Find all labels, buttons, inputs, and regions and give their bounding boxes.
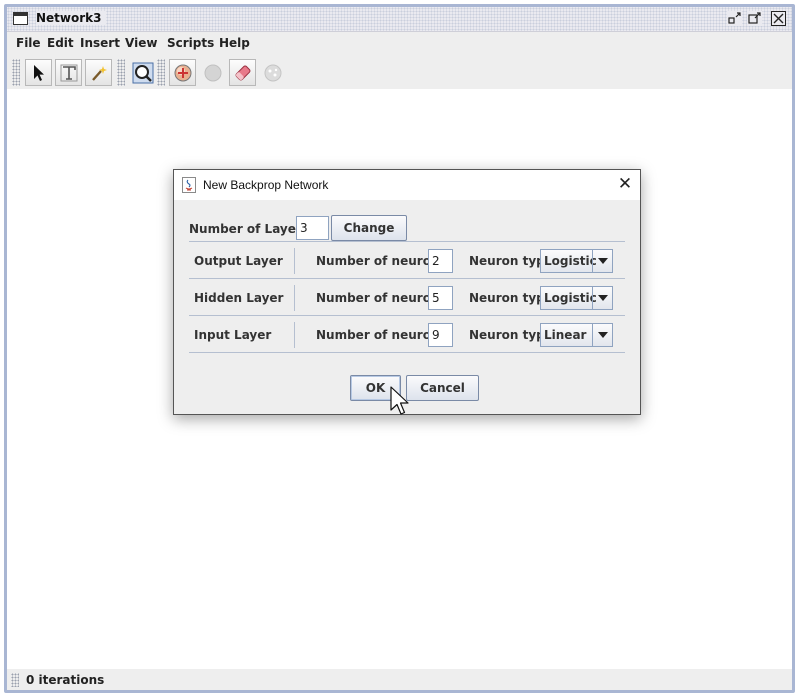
close-icon[interactable] [771,11,786,26]
menu-insert[interactable]: Insert [80,36,120,50]
iterations-label: 0 iterations [26,673,105,687]
hidden-neuron-type-select[interactable]: Logistic [540,286,613,310]
dialog-titlebar[interactable]: New Backprop Network ✕ [174,170,640,200]
output-neurons-input[interactable]: 2 [428,249,453,273]
dialog-close-icon[interactable]: ✕ [616,174,634,194]
neuron-type-value: Logistic [544,291,597,305]
row-divider [294,248,295,274]
neuron-type-value: Logistic [544,254,597,268]
input-neuron-type-select[interactable]: Linear [540,323,613,347]
menu-view[interactable]: View [125,36,157,50]
toolbar-grip-3[interactable] [157,59,165,86]
dialog-title: New Backprop Network [203,178,329,192]
separator [189,315,625,316]
java-icon [182,177,196,193]
row-divider [294,322,295,348]
layer-name-input: Input Layer [194,328,272,342]
restore-icon[interactable] [727,11,742,26]
add-neuron-icon[interactable] [169,59,196,86]
text-tool-icon[interactable] [55,59,82,86]
new-backprop-dialog: New Backprop Network ✕ Number of Layers:… [173,169,641,415]
menu-file[interactable]: File [16,36,41,50]
neuron-type-value: Linear [544,328,587,342]
number-of-layers-input[interactable]: 3 [296,216,329,240]
neuron-disabled-icon [199,59,226,86]
layer-name-output: Output Layer [194,254,283,268]
random-icon [259,59,286,86]
toolbar-grip-2[interactable] [117,59,125,86]
toolbar [7,55,287,89]
wand-icon[interactable] [85,59,112,86]
window-titlebar[interactable]: Network3 [7,7,792,32]
menu-scripts[interactable]: Scripts [167,36,214,50]
chevron-down-icon[interactable] [592,287,612,309]
cancel-button[interactable]: Cancel [406,375,479,401]
arrow-select-icon[interactable] [25,59,52,86]
mouse-pointer-icon [390,386,412,421]
window-icon [13,12,28,25]
maximize-icon[interactable] [747,11,762,26]
row-divider [294,285,295,311]
toolbar-grip[interactable] [12,59,20,86]
status-bar: 0 iterations [7,669,792,690]
hidden-neurons-input[interactable]: 5 [428,286,453,310]
chevron-down-icon[interactable] [592,250,612,272]
change-button[interactable]: Change [331,215,407,241]
menu-bar: File Edit Insert View Scripts Help [7,33,792,54]
eraser-icon[interactable] [229,59,256,86]
zoom-icon[interactable] [129,59,156,86]
chevron-down-icon[interactable] [592,324,612,346]
menu-edit[interactable]: Edit [47,36,74,50]
menu-help[interactable]: Help [219,36,250,50]
status-grip [11,673,19,687]
output-neuron-type-select[interactable]: Logistic [540,249,613,273]
separator [189,241,625,242]
layer-name-hidden: Hidden Layer [194,291,284,305]
input-neurons-input[interactable]: 9 [428,323,453,347]
window-title: Network3 [36,11,106,25]
separator [189,278,625,279]
separator [189,352,625,353]
